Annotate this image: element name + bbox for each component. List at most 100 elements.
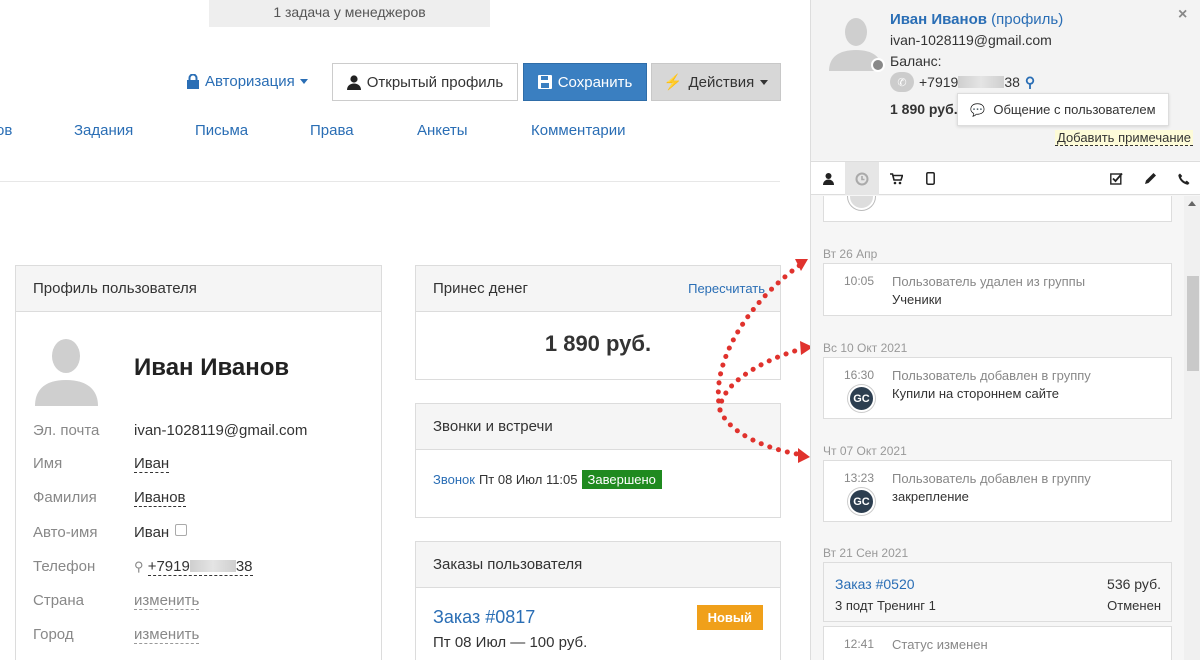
sidebar-header: Иван Иванов (профиль) ivan-1028119@gmail… [811, 0, 1200, 160]
tab-mobile-icon[interactable] [913, 162, 947, 195]
actions-dropdown[interactable]: ⚡ Действия [651, 63, 781, 101]
tab-cart-icon[interactable] [879, 162, 913, 195]
tab-phone-icon[interactable] [1167, 162, 1200, 195]
actions-label: Действия [688, 73, 755, 91]
search-icon[interactable]: ⚲ [1025, 74, 1035, 91]
profile-panel-title: Профиль пользователя [33, 280, 197, 297]
order-date: Пт 08 Июл — 100 руб. [433, 634, 588, 651]
feed-order-status: Отменен [1107, 598, 1161, 613]
tab-history-icon[interactable] [845, 162, 879, 195]
call-link[interactable]: Звонок [433, 472, 475, 487]
search-icon[interactable]: ⚲ [134, 559, 144, 574]
feed-card-3: 13:23 Пользователь добавлен в группу GC … [823, 460, 1172, 522]
feed-event: Пользователь добавлен в группу [892, 368, 1091, 383]
sidebar-email: ivan-1028119@gmail.com [890, 32, 1052, 48]
last-name-field[interactable]: Иванов [134, 489, 186, 507]
phone-redaction [189, 560, 236, 572]
tab-user-icon[interactable] [811, 162, 845, 195]
profile-name: Иван Иванов [134, 354, 290, 381]
auth-dropdown[interactable]: Авторизация [186, 73, 308, 90]
feed-event: Пользователь добавлен в группу [892, 471, 1091, 486]
tab-forms[interactable]: Анкеты [417, 122, 468, 139]
scroll-thumb[interactable] [1187, 276, 1199, 371]
profile-panel-header: Профиль пользователя [16, 266, 381, 312]
order-link[interactable]: Заказ #0817 [433, 607, 535, 628]
feed-order-price: 536 руб. [1107, 576, 1161, 592]
online-status-dot [871, 58, 885, 72]
chat-button-label: Общение с пользователем [993, 102, 1156, 117]
tab-tasks[interactable]: Задания [74, 122, 133, 139]
email-value: ivan-1028119@gmail.com [134, 422, 308, 439]
save-button[interactable]: Сохранить [523, 63, 647, 101]
feed-group-name: Купили на стороннем сайте [892, 386, 1060, 401]
tab-rights[interactable]: Права [310, 122, 354, 139]
tasks-banner[interactable]: 1 задача у менеджеров [209, 0, 490, 27]
feed-order-product: 3 подт Тренинг 1 [835, 598, 936, 613]
tab-pencil-icon[interactable] [1133, 162, 1167, 195]
tab-letters[interactable]: Письма [195, 122, 248, 139]
chat-with-user-button[interactable]: 💬 Общение с пользователем [957, 93, 1169, 126]
sidebar-tabs [811, 161, 1200, 195]
profile-link[interactable]: (профиль) [991, 11, 1063, 28]
save-label: Сохранить [557, 73, 633, 91]
tab-check-icon[interactable] [1099, 162, 1133, 195]
feed-time: 10:05 [844, 274, 875, 288]
user-avatar-icon [33, 332, 100, 406]
country-change-link[interactable]: изменить [134, 592, 200, 610]
city-label: Город [33, 626, 74, 643]
money-panel-title: Принес денег [433, 280, 528, 297]
call-date: Пт 08 Июл 11:05 [478, 472, 578, 487]
auto-name-row: Иван [134, 524, 188, 541]
first-name-label: Имя [33, 455, 63, 472]
feed-date-3: Чт 07 Окт 2021 [823, 444, 907, 458]
scroll-up-icon[interactable] [1188, 201, 1196, 206]
arrowhead-3 [798, 448, 810, 463]
annotation-arrows [715, 259, 813, 463]
arrow-to-group-added-1 [717, 345, 808, 413]
tab-partial[interactable]: ов [0, 122, 12, 139]
email-label: Эл. почта [33, 422, 100, 439]
phone-field[interactable]: +7919 38 [147, 558, 253, 576]
auto-name-checkbox[interactable] [175, 524, 188, 536]
user-sidebar: Иван Иванов (профиль) ivan-1028119@gmail… [810, 0, 1200, 660]
feed-date-1: Вт 26 Апр [823, 247, 878, 261]
profile-panel: Профиль пользователя Иван Иванов Эл. поч… [15, 265, 382, 660]
auto-name-label: Авто-имя [33, 524, 98, 541]
feed-date-4: Вт 21 Сен 2021 [823, 546, 909, 560]
open-profile-button[interactable]: Открытый профиль [332, 63, 518, 101]
orders-panel-title: Заказы пользователя [433, 556, 583, 573]
feed-event: Пользователь удален из группы [892, 274, 1086, 289]
feed-group-name: Ученики [892, 292, 942, 307]
last-name-label: Фамилия [33, 489, 97, 506]
sidebar-name-row: Иван Иванов (профиль) [890, 11, 1063, 28]
orders-panel: Заказы пользователя Заказ #0817 Новый Пт… [415, 541, 781, 660]
first-name-field[interactable]: Иван [134, 455, 170, 473]
sidebar-phone: +7919 38 [919, 74, 1020, 90]
lightning-icon: ⚡ [663, 74, 683, 91]
lock-icon [187, 74, 199, 89]
feed-card-2: 16:30 Пользователь добавлен в группу GC … [823, 357, 1172, 419]
feed-order-link[interactable]: Заказ #0520 [835, 576, 915, 592]
feed-scrollbar[interactable] [1184, 196, 1200, 660]
close-icon[interactable]: × [1178, 6, 1187, 24]
feed-card-1: 10:05 Пользователь удален из группы Учен… [823, 263, 1172, 316]
floppy-icon [537, 75, 552, 89]
gc-logo-icon: GC [848, 385, 875, 412]
order-status-badge: Новый [696, 605, 763, 630]
open-profile-label: Открытый профиль [366, 73, 504, 91]
feed-order-card: Заказ #0520 536 руб. 3 подт Тренинг 1 От… [823, 562, 1172, 622]
phone-row: ⚲ +7919 38 [134, 558, 253, 576]
country-label: Страна [33, 592, 85, 609]
tab-comments[interactable]: Комментарии [531, 122, 625, 139]
chevron-down-icon [299, 79, 308, 84]
add-note-link[interactable]: Добавить примечание [1055, 130, 1194, 146]
phone-icon[interactable]: ✆ [890, 72, 914, 92]
sidebar-user-name[interactable]: Иван Иванов [890, 11, 987, 28]
chat-icon: 💬 [970, 102, 986, 117]
sidebar-balance-sum: 1 890 руб. [890, 101, 958, 117]
calls-panel-title: Звонки и встречи [433, 418, 553, 435]
feed-date-2: Вс 10 Окт 2021 [823, 341, 908, 355]
user-avatar-icon [848, 196, 875, 210]
city-change-link[interactable]: изменить [134, 626, 200, 644]
phone-redaction [958, 76, 1005, 88]
